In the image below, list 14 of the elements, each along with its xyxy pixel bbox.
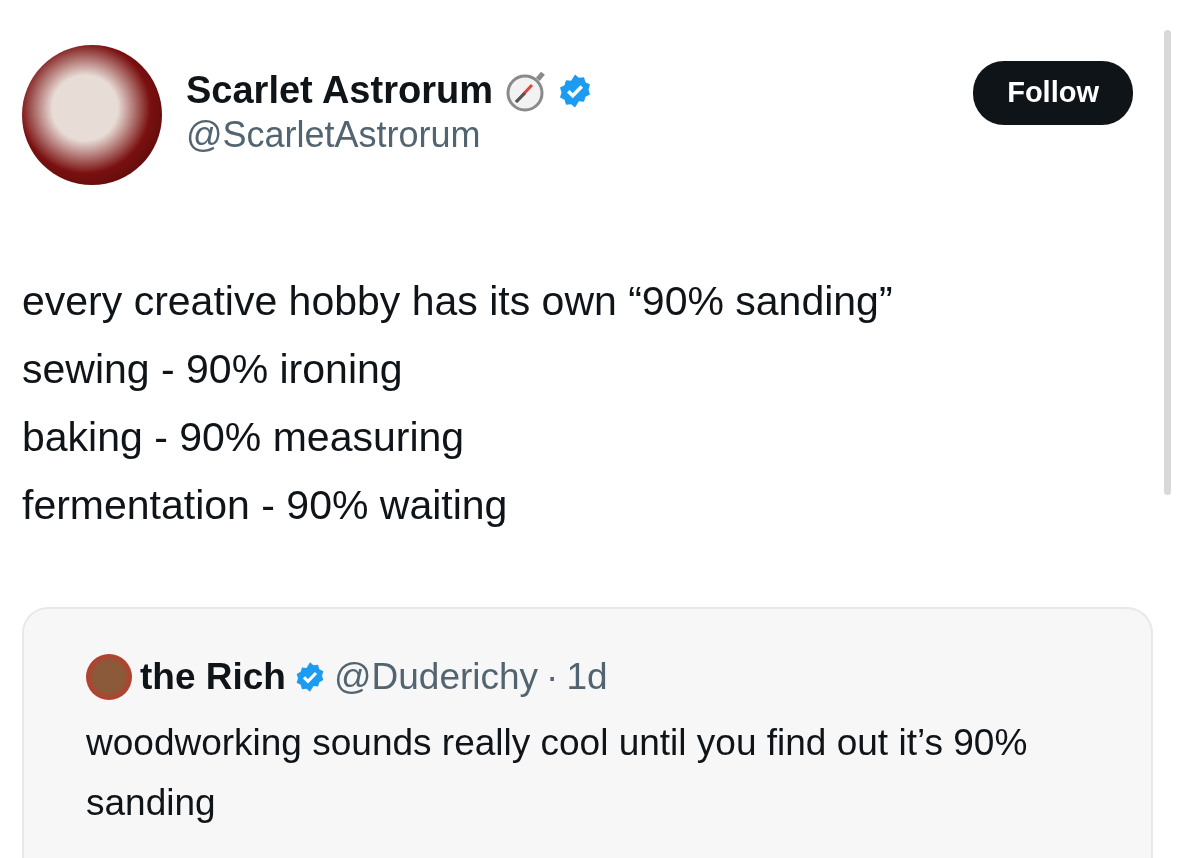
post-time: 1d [566, 655, 608, 699]
quoted-tweet-text: woodworking sounds really cool until you find out it’s 90% sanding [86, 720, 1029, 825]
tweet-text-line: sewing - 90% ironing [22, 345, 404, 394]
quoted-tweet-card[interactable]: the Rich @Duderichy · 1d woodworking sounds really cool until you find out it’s 90% sanding [22, 607, 1153, 858]
follow-button[interactable]: Follow [973, 61, 1133, 125]
author-handle: @ScarletAstrorum [186, 113, 482, 157]
quoted-author-handle: @Duderichy [333, 655, 539, 699]
tweet-text-line: fermentation - 90% waiting [22, 481, 509, 530]
quoted-avatar-photo [86, 653, 132, 700]
tweet-text-line: baking - 90% measuring [22, 413, 466, 462]
separator-dot: · [546, 655, 559, 699]
quoted-author-name: the Rich [140, 655, 286, 699]
tweet-text-line: every creative hobby has its own “90% sanding” [22, 277, 894, 326]
author-name: Scarlet Astrorum [186, 70, 493, 112]
